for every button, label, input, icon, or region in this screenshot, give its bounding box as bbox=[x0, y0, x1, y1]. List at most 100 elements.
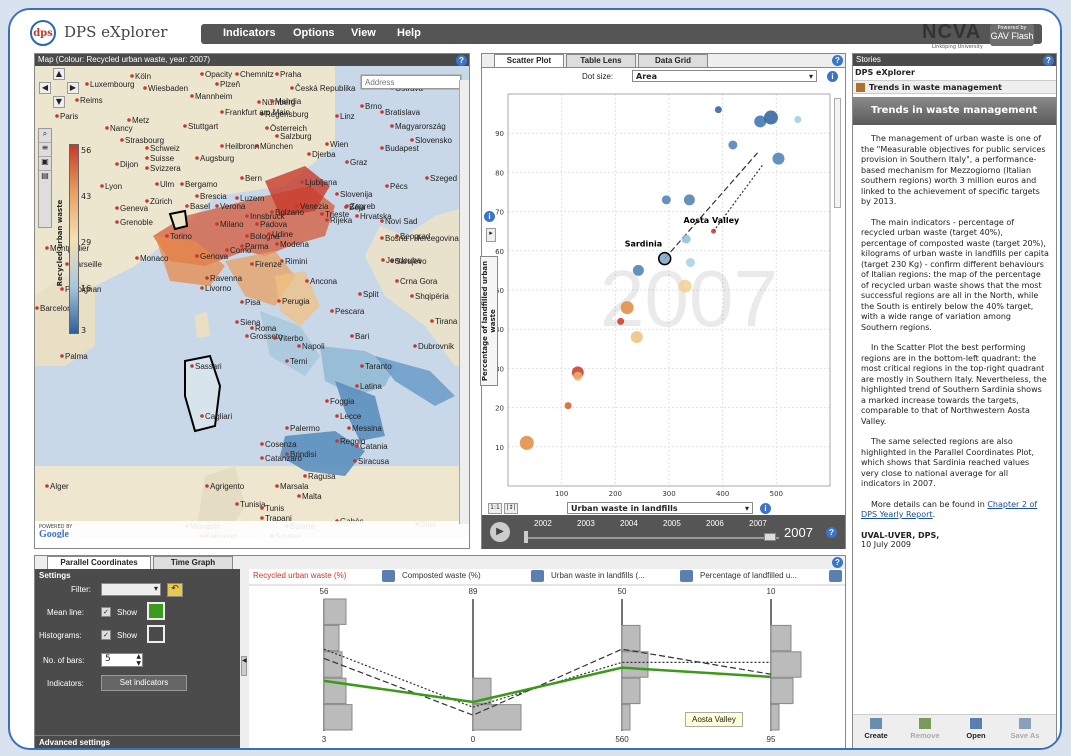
map-city-label: Viterbo bbox=[278, 334, 304, 343]
map-city-dot bbox=[105, 126, 109, 130]
map-city-label: Crna Gora bbox=[400, 277, 438, 286]
map-city-dot bbox=[135, 256, 139, 260]
parallel-svg[interactable] bbox=[249, 569, 845, 749]
bars-label: No. of bars: bbox=[43, 656, 85, 665]
stories-breadcrumb-story[interactable]: Trends in waste management bbox=[869, 83, 1002, 92]
set-indicators-button[interactable]: Set indicators bbox=[101, 675, 187, 691]
y-axis-label[interactable]: Percentage of landfilled urban waste bbox=[480, 256, 498, 386]
map-city-dot bbox=[75, 98, 79, 102]
dot-size-select[interactable]: Area ▾ bbox=[632, 70, 817, 82]
map-panel: Map (Colour: Recycled urban waste, year:… bbox=[34, 53, 470, 549]
map-city-label: Slovensko bbox=[415, 136, 452, 145]
timeline-year-label[interactable]: 2004 bbox=[620, 519, 638, 528]
y-axis-help-icon[interactable]: i bbox=[484, 211, 495, 222]
create-button[interactable]: Create bbox=[861, 718, 891, 740]
menu-help[interactable]: Help bbox=[397, 27, 421, 39]
histograms-color-swatch[interactable] bbox=[147, 625, 165, 643]
map-city-dot bbox=[45, 484, 49, 488]
scatter-scrollbar[interactable] bbox=[834, 98, 841, 208]
mean-line-checkbox[interactable]: ✓ bbox=[101, 607, 111, 617]
map-city-label: Marsala bbox=[280, 482, 309, 491]
map-city-dot bbox=[35, 306, 39, 310]
timeline-year-label[interactable]: 2002 bbox=[534, 519, 552, 528]
dot-size-help-icon[interactable]: i bbox=[827, 71, 838, 82]
timeline-year-label[interactable]: 2007 bbox=[749, 519, 767, 528]
x-axis-help-icon[interactable]: i bbox=[760, 503, 771, 514]
settings-collapse-icon[interactable]: ◀ bbox=[241, 656, 247, 676]
histograms-checkbox[interactable]: ✓ bbox=[101, 630, 111, 640]
menu-indicators[interactable]: Indicators bbox=[223, 27, 276, 39]
remove-button[interactable]: Remove bbox=[907, 718, 943, 740]
scale-1-1-button[interactable]: 1:1 bbox=[488, 503, 502, 514]
undo-filter-icon[interactable]: ↶ bbox=[167, 583, 183, 597]
map-city-dot bbox=[215, 222, 219, 226]
address-input[interactable] bbox=[361, 75, 461, 89]
zoom-tool-icon[interactable]: ⌕ bbox=[39, 129, 51, 143]
scale-fit-button[interactable]: |↕| bbox=[504, 503, 518, 514]
map-city-label: Catanzaro bbox=[265, 454, 302, 463]
timeline-year-label[interactable]: 2006 bbox=[706, 519, 724, 528]
x-tick-label: 200 bbox=[609, 490, 622, 498]
menu-bar: Indicators Options View Help bbox=[201, 24, 1042, 44]
timeline-start-handle[interactable] bbox=[524, 531, 528, 543]
mean-line-color-swatch[interactable] bbox=[147, 602, 165, 620]
map-city-dot bbox=[344, 205, 348, 209]
story-more-details: More details can be found in Chapter 2 o… bbox=[861, 500, 1049, 521]
filter-select[interactable]: ▾ bbox=[101, 583, 161, 596]
play-icon[interactable]: ▶ bbox=[490, 522, 510, 542]
pan-left-icon[interactable]: ◀ bbox=[39, 82, 51, 94]
timeline-help-icon[interactable]: ? bbox=[826, 527, 837, 538]
pan-down-icon[interactable]: ▼ bbox=[53, 96, 65, 108]
app-frame: dps DPS eXplorer Indicators Options View… bbox=[8, 8, 1062, 750]
map-city-label: Udine bbox=[272, 230, 293, 239]
save-as-label: Save As bbox=[1010, 731, 1040, 740]
scatter-help-icon[interactable]: ? bbox=[832, 55, 843, 66]
map-city-dot bbox=[245, 234, 249, 238]
timeline-year-label[interactable]: 2003 bbox=[577, 519, 595, 528]
chevron-down-icon: ▾ bbox=[153, 584, 158, 593]
tab-time-graph[interactable]: Time Graph bbox=[153, 556, 233, 569]
stepper-arrows-icon[interactable]: ▲ ▼ bbox=[136, 653, 141, 667]
map-city-dot bbox=[220, 144, 224, 148]
scatter-point bbox=[763, 110, 778, 125]
advanced-settings-bar[interactable]: Advanced settings bbox=[35, 735, 240, 748]
map-city-dot bbox=[195, 156, 199, 160]
tab-scatter-plot[interactable]: Scatter Plot bbox=[494, 54, 564, 67]
bars-stepper[interactable]: 5 ▲ ▼ bbox=[101, 653, 143, 667]
map-city-dot bbox=[360, 104, 364, 108]
map-city-dot bbox=[307, 152, 311, 156]
menu-view[interactable]: View bbox=[351, 27, 376, 39]
book-icon bbox=[856, 83, 865, 92]
map-scrollbar[interactable] bbox=[459, 80, 469, 524]
pan-right-icon[interactable]: ▶ bbox=[67, 82, 79, 94]
y-axis-toggle-icon[interactable]: ▸ bbox=[486, 228, 496, 242]
map-city-dot bbox=[380, 219, 384, 223]
scatter-point bbox=[678, 279, 692, 293]
tab-table-lens[interactable]: Table Lens bbox=[566, 54, 636, 67]
map-city-label: Rimini bbox=[285, 257, 307, 266]
stories-help-icon[interactable]: ? bbox=[1043, 55, 1054, 66]
more-details-prefix: More details can be found in bbox=[871, 499, 988, 509]
map-city-label: Genova bbox=[200, 252, 229, 261]
x-axis-select[interactable]: Urban waste in landfills ▾ bbox=[567, 502, 753, 514]
map-help-icon[interactable]: ? bbox=[456, 55, 467, 66]
save-as-button[interactable]: Save As bbox=[1005, 718, 1045, 740]
legend-colorbar[interactable] bbox=[69, 144, 79, 334]
open-button[interactable]: Open bbox=[961, 718, 991, 740]
map-city-dot bbox=[145, 166, 149, 170]
tab-parallel-coordinates[interactable]: Parallel Coordinates bbox=[47, 556, 151, 569]
tab-data-grid[interactable]: Data Grid bbox=[638, 54, 708, 67]
parallel-help-icon[interactable]: ? bbox=[832, 557, 843, 568]
timeline-handle[interactable] bbox=[764, 533, 776, 541]
stories-breadcrumb-root[interactable]: DPS eXplorer bbox=[855, 68, 915, 77]
timeline-track[interactable] bbox=[524, 537, 779, 539]
map-city-label: Graz bbox=[350, 158, 367, 167]
map-city-label: Agrigento bbox=[210, 482, 245, 491]
map-canvas[interactable]: Köln Wiesbaden Luxembourg Reims Paris Metz Nan… bbox=[35, 66, 469, 538]
scatter-svg[interactable]: 100 200 300 400 5001020304050607080902007Aos… bbox=[482, 86, 845, 516]
menu-options[interactable]: Options bbox=[293, 27, 335, 39]
timeline-year-label[interactable]: 2005 bbox=[663, 519, 681, 528]
map-city-dot bbox=[180, 182, 184, 186]
pan-up-icon[interactable]: ▲ bbox=[53, 68, 65, 80]
map-city-label: Verona bbox=[220, 202, 246, 211]
